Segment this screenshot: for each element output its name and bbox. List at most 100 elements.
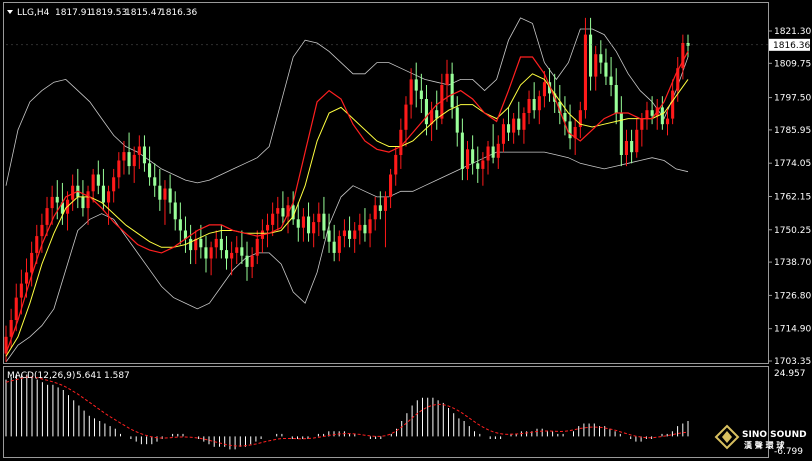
price-tick-label: 1797.50 [774,94,811,104]
candle-body [394,154,398,175]
candle-body [225,250,229,259]
candle-body [9,320,13,337]
chart-canvas[interactable]: 1821.30 1809.75 1797.50 1785.95 1774.05 1762.… [0,0,812,461]
macd-signal-value: 1.587 [104,371,130,381]
candle-body [296,219,300,228]
candle-body [240,247,244,256]
candle-body [496,143,500,158]
candle-body [594,54,598,77]
candle-body [117,160,121,178]
candle-body [148,163,152,178]
candle-body [317,213,321,223]
candle-body [163,188,167,200]
candle-body [630,141,634,153]
candle-body [486,146,490,161]
candle-body [96,174,100,186]
candle-body [214,238,218,248]
candle-body [204,247,208,259]
candle-body [604,62,608,77]
candle-body [342,230,346,237]
candle-body [122,152,126,161]
high-value: 1819.53 [90,8,127,18]
candle-body [142,146,146,164]
candle-body [40,224,44,237]
candle-body [137,146,141,155]
candle-body [671,90,675,119]
open-value: 1817.91 [55,8,92,18]
close-value: 1816.36 [160,8,197,18]
candle-body [650,110,654,116]
candle-body [614,85,618,113]
candle-body [55,196,59,203]
candle-body [132,154,136,167]
candle-body [189,238,193,251]
candle-body [209,247,213,259]
price-tick-label: 1821.30 [774,27,811,37]
candle-body [358,224,362,231]
candle-body [281,208,285,217]
candle-body [245,255,249,267]
candle-body [640,118,644,130]
candle-body [599,54,603,63]
price-tick-label: 1726.80 [774,291,811,301]
price-tick-label: 1785.95 [774,126,811,136]
candle-body [383,196,387,211]
candle-body [666,118,670,125]
candle-body [507,124,511,133]
candle-body [199,238,203,248]
candle-body [332,241,336,253]
candle-body [568,121,572,139]
candle-body [466,149,470,169]
candle-body [107,191,111,203]
candle-body [455,107,459,133]
current-price-label: 1816.36 [773,41,810,51]
price-tick-label: 1750.25 [774,226,811,236]
candle-body [399,129,403,155]
candle-body [337,236,341,253]
candle-body [522,113,526,130]
candle-body [307,216,311,234]
candle-body [255,238,259,256]
candle-body [25,272,29,284]
macd-header: MACD(12,26,9) 5.641 1.587 [7,371,130,381]
candle-body [681,43,685,69]
candle-body [660,107,664,125]
candle-body [460,132,464,169]
candle-body [517,118,521,130]
candle-body [158,185,162,200]
candle-body [471,149,475,164]
candle-body [276,208,280,214]
candle-body [414,79,418,91]
price-tick-label: 1774.05 [774,159,811,169]
candle-body [501,124,505,144]
candle-body [266,224,270,231]
candle-body [127,152,131,167]
candle-body [101,185,105,203]
candle-body [50,196,54,209]
candle-body [609,76,613,85]
chart-header: LLG,H4 1817.91 1819.53 1815.47 1816.36 [7,8,197,18]
candle-body [14,297,18,320]
candle-body [424,99,428,125]
price-tick-label: 1809.75 [774,59,811,69]
candle-body [19,283,23,298]
candle-body [450,73,454,108]
candle-body [537,96,541,111]
candle-body [404,104,408,130]
macd-main-value: 5.641 [76,371,102,381]
candle-body [589,34,593,77]
candle-body [619,113,623,155]
candle-body [389,174,393,197]
candle-body [686,43,690,46]
candle-body [312,222,316,234]
candle-body [271,213,275,225]
candle-body [301,216,305,228]
logo-name: SINO SOUND [742,430,807,440]
candle-body [409,79,413,105]
candle-body [373,205,377,220]
candle-body [45,208,49,225]
candle-body [645,110,649,119]
candle-body [532,99,536,111]
candle-body [86,191,90,209]
candle-body [153,177,157,186]
